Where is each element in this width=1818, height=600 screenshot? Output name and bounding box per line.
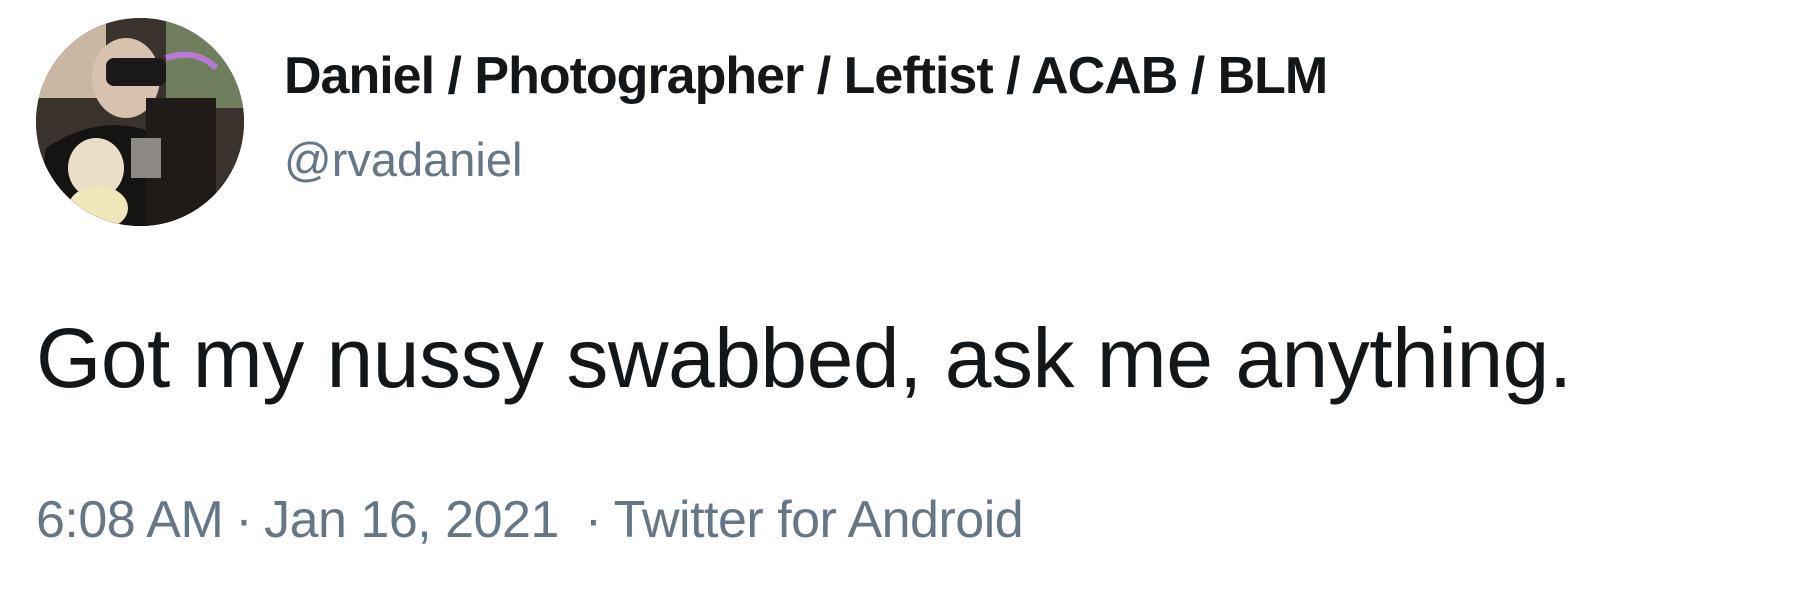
- avatar[interactable]: [36, 18, 244, 226]
- user-avatar-icon: [36, 18, 244, 226]
- metadata-separator: ·: [235, 491, 253, 549]
- tweet-metadata: 6:08 AM · Jan 16, 2021 · Twitter for Androi…: [36, 490, 1024, 550]
- tweet-text: Got my nussy swabbed, ask me anything.: [36, 311, 1572, 405]
- author-handle[interactable]: @rvadaniel: [284, 132, 522, 187]
- tweet-timestamp[interactable]: 6:08 AM · Jan 16, 2021: [36, 491, 573, 549]
- author-display-name[interactable]: Daniel / Photographer / Leftist / ACAB /…: [284, 46, 1328, 106]
- tweet-source-link[interactable]: Twitter for Android: [614, 491, 1024, 549]
- tweet-time: 6:08 AM: [36, 491, 224, 549]
- tweet-date: Jan 16, 2021: [264, 491, 559, 549]
- metadata-separator: ·: [584, 491, 602, 549]
- tweet-card: Daniel / Photographer / Leftist / ACAB /…: [0, 0, 1818, 600]
